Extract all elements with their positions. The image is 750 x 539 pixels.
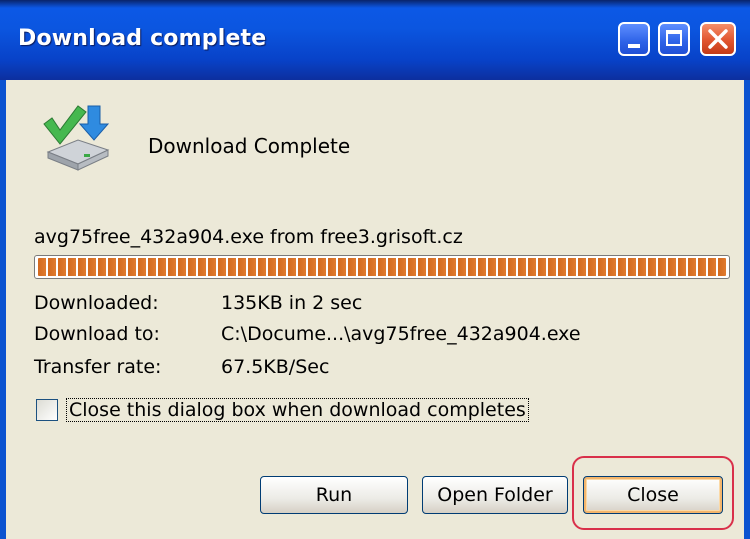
download-dialog-window: Download complete Download Complete avg7…	[0, 0, 750, 539]
download-progress-bar	[34, 255, 730, 279]
downloaded-value: 135KB in 2 sec	[221, 292, 363, 314]
minimize-icon	[628, 44, 640, 48]
downloaded-label: Downloaded:	[34, 292, 159, 314]
close-button-highlight	[572, 456, 734, 530]
download-complete-icon	[43, 105, 110, 171]
download-to-value: C:\Docume...\avg75free_432a904.exe	[221, 323, 581, 345]
minimize-button[interactable]	[618, 22, 650, 56]
title-bar[interactable]: Download complete	[0, 0, 750, 80]
close-window-button[interactable]	[700, 22, 736, 56]
close-icon	[708, 29, 728, 49]
maximize-icon	[666, 30, 682, 46]
run-button[interactable]: Run	[260, 476, 408, 514]
transfer-rate-label: Transfer rate:	[34, 356, 162, 378]
download-source: avg75free_432a904.exe from free3.grisoft…	[34, 226, 463, 248]
transfer-rate-value: 67.5KB/Sec	[221, 356, 330, 378]
close-when-complete-label[interactable]: Close this dialog box when download comp…	[66, 398, 529, 422]
close-when-complete-checkbox[interactable]	[36, 399, 58, 421]
open-folder-button[interactable]: Open Folder	[422, 476, 568, 514]
maximize-button[interactable]	[658, 22, 690, 56]
dialog-heading: Download Complete	[148, 134, 351, 158]
dialog-body: Download Complete avg75free_432a904.exe …	[6, 80, 744, 539]
window-title: Download complete	[18, 26, 267, 51]
download-to-label: Download to:	[34, 323, 160, 345]
progress-fill	[38, 258, 726, 276]
